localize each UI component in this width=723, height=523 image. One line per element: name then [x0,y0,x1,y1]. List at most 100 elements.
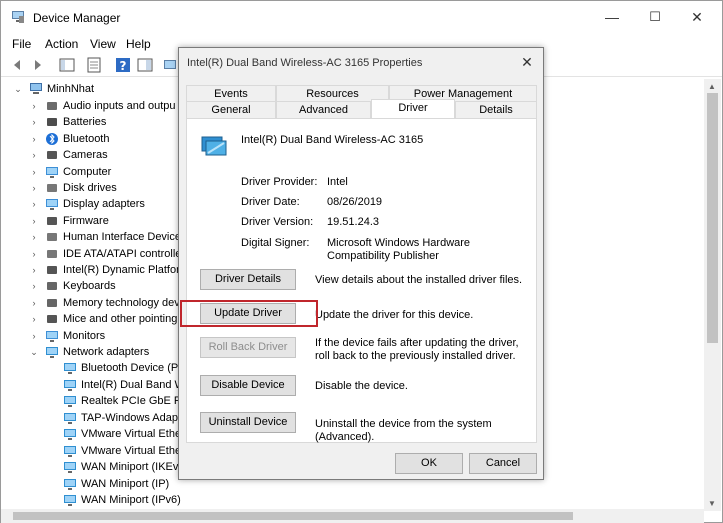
tree-category-label: IDE ATA/ATAPI controllers [63,247,191,260]
speaker-icon [47,102,57,110]
expand-chevron-icon[interactable]: › [29,147,39,163]
driver-provider-value: Intel [327,176,348,188]
close-button[interactable]: ✕ [687,7,707,27]
cancel-button[interactable]: Cancel [469,453,537,474]
chip-icon [47,216,57,225]
tab-advanced[interactable]: Advanced [276,101,371,118]
collapse-chevron-icon[interactable]: ⌄ [13,81,23,97]
driver-provider-label: Driver Provider: [241,176,318,188]
uninstall-device-desc: Uninstall the device from the system (Ad… [315,418,492,443]
expand-chevron-icon[interactable]: › [29,311,39,327]
tree-category-label: Disk drives [63,182,117,194]
svg-text:?: ? [120,59,127,73]
driver-date-label: Driver Date: [241,196,300,208]
roll-back-driver-button[interactable]: Roll Back Driver [200,337,296,358]
computer-icon [30,83,42,94]
expand-chevron-icon[interactable]: › [29,131,39,147]
collapse-chevron-icon[interactable]: ⌄ [29,344,39,360]
network-adapter-label: WAN Miniport (IP) [81,477,170,490]
network-adapter-label: WAN Miniport (IPv6) [81,494,181,507]
network-adapter-icon [64,412,76,424]
tree-category-label: Bluetooth [63,132,110,145]
expand-chevron-icon[interactable]: › [29,295,39,311]
minimize-button[interactable]: — [602,7,622,27]
tree-category-label: Firmware [63,214,109,227]
vertical-scrollbar[interactable]: ▲ ▼ [704,79,721,511]
menu-file[interactable]: File [12,37,31,51]
memory-icon [47,298,57,307]
controller-icon [47,249,57,258]
tree-category-label: Memory technology dev [63,296,180,309]
monitor-icon [46,166,58,178]
expand-chevron-icon[interactable]: › [29,164,39,180]
network-adapter-icon [64,396,76,408]
tree-category-label: Network adapters [63,346,150,358]
help-icon[interactable]: ? [114,56,132,74]
scroll-down-icon[interactable]: ▼ [708,499,716,508]
dialog-close-button[interactable]: ✕ [519,54,535,70]
network-adapter-icon [64,478,76,490]
expand-chevron-icon[interactable]: › [29,114,39,130]
tree-category-label: Computer [63,165,112,178]
disable-device-desc: Disable the device. [315,380,408,392]
network-adapter-icon [64,495,76,507]
device-manager-icon [12,11,24,23]
title-bar: Device Manager — ☐ ✕ [1,1,722,33]
network-adapter-icon [64,379,76,391]
expand-chevron-icon[interactable]: › [29,98,39,114]
update-driver-desc: Update the driver for this device. [315,309,474,321]
tree-category-label: Audio inputs and outpu [63,100,176,112]
network-adapter-icon [64,363,76,375]
digital-signer-value: Microsoft Windows Hardware Compatibility… [327,237,471,262]
horizontal-scroll-thumb[interactable] [13,512,573,520]
network-adapter-label: Intel(R) Dual Band W [81,378,185,391]
network-adapter-icon [64,429,76,441]
tab-general[interactable]: General [186,101,276,118]
keyboard-icon [47,282,57,291]
disk-icon [47,184,57,192]
menu-view[interactable]: View [90,37,116,51]
network-icon [46,347,58,358]
show-hide-console-tree-icon[interactable] [58,56,76,74]
horizontal-scrollbar[interactable] [1,509,704,523]
expand-chevron-icon[interactable]: › [29,229,39,245]
network-adapter-label: VMware Virtual Ether [81,428,185,441]
hid-icon [47,233,57,242]
driver-details-button[interactable]: Driver Details [200,269,296,290]
back-icon[interactable] [9,56,27,74]
tree-root-label: MinhNhat [47,83,95,95]
tree-category-label: Human Interface Devices [63,231,187,244]
tree-category-label: Intel(R) Dynamic Platforn [63,264,186,276]
forward-icon[interactable] [28,56,46,74]
driver-tab-panel: Intel(R) Dual Band Wireless-AC 3165 Driv… [186,118,537,443]
maximize-button[interactable]: ☐ [645,7,665,27]
action-pane-icon[interactable] [136,56,154,74]
tree-category-label: Display adapters [63,198,145,211]
tree-category-label: Mice and other pointing [63,313,178,326]
network-adapter-label: VMware Virtual Ether [81,444,185,457]
digital-signer-label: Digital Signer: [241,237,310,249]
expand-chevron-icon[interactable]: › [29,328,39,344]
vertical-scroll-thumb[interactable] [707,93,718,343]
menu-help[interactable]: Help [126,37,151,51]
disable-device-button[interactable]: Disable Device [200,375,296,396]
properties-icon[interactable] [85,56,103,74]
tab-events[interactable]: Events [186,85,276,102]
expand-chevron-icon[interactable]: › [29,278,39,294]
scroll-up-icon[interactable]: ▲ [708,82,716,91]
bluetooth-icon [46,132,58,145]
expand-chevron-icon[interactable]: › [29,196,39,212]
mouse-icon [47,315,57,324]
ok-button[interactable]: OK [395,453,463,474]
network-adapter-label: Bluetooth Device (Pe [81,362,185,375]
expand-chevron-icon[interactable]: › [29,246,39,262]
expand-chevron-icon[interactable]: › [29,213,39,229]
uninstall-device-button[interactable]: Uninstall Device [200,412,296,433]
tab-details[interactable]: Details [455,101,537,118]
tab-driver[interactable]: Driver [371,99,455,118]
expand-chevron-icon[interactable]: › [29,180,39,196]
menu-action[interactable]: Action [45,37,78,51]
monitor-icon [46,199,58,211]
expand-chevron-icon[interactable]: › [29,262,39,278]
driver-version-value: 19.51.24.3 [327,216,379,228]
